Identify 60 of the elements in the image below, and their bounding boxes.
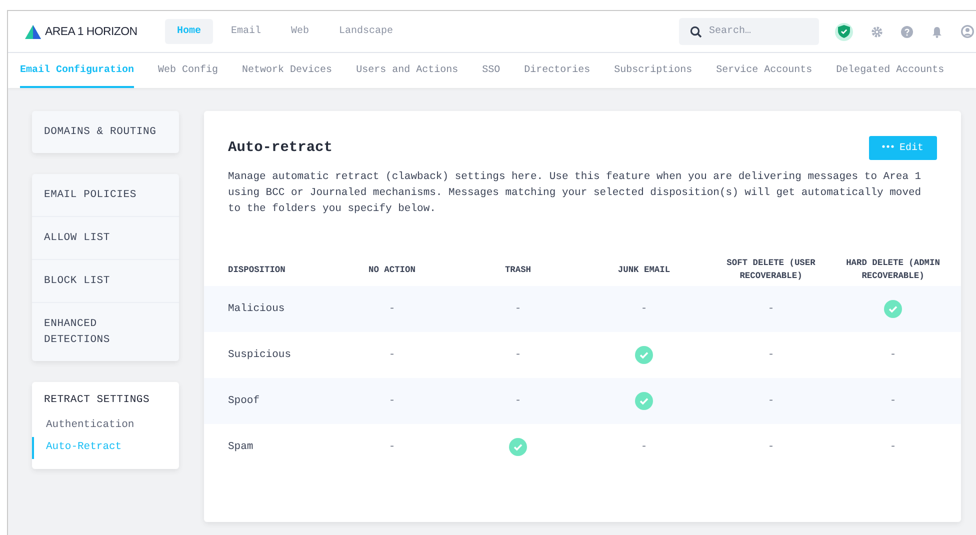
empty-dash: - (388, 303, 396, 315)
empty-dash: - (768, 395, 774, 407)
shield-icon[interactable] (835, 22, 853, 40)
more-icon (882, 144, 894, 148)
empty-dash: - (514, 303, 522, 315)
empty-dash: - (890, 395, 896, 407)
description-text: Manage automatic retract (clawback) settings here. Use this feature when you are delivering messages to Area 1 using BCC or Journaled mechanisms. Messages matching your selected disposition(s) will get automatically moved to the folders you specify below. (228, 170, 922, 217)
settings-icon[interactable] (871, 26, 883, 38)
empty-dash: - (768, 303, 774, 315)
menu-item[interactable]: EMAIL POLICIES (32, 174, 179, 217)
empty-dash: - (514, 395, 522, 407)
menu-item[interactable]: DOMAINS & ROUTING (32, 111, 179, 153)
column-header: JUNK EMAIL (618, 264, 670, 276)
edit-button[interactable]: Edit (869, 136, 937, 160)
brand-name: AREA 1 HORIZON (45, 26, 138, 38)
menu-item[interactable]: ALLOW LIST (32, 217, 179, 260)
empty-dash: - (640, 441, 648, 453)
disposition-label: Spam (228, 441, 254, 453)
menu-item[interactable]: BLOCK LIST (32, 260, 179, 303)
user-icon[interactable] (961, 25, 974, 38)
menu-item[interactable]: Auto-Retract (32, 437, 179, 459)
menu-item[interactable]: ENHANCED DETECTIONS (32, 303, 179, 361)
config-tab[interactable]: Directories (524, 53, 590, 88)
column-header: NO ACTION (368, 264, 416, 276)
bell-icon[interactable] (931, 26, 943, 38)
column-header: SOFT DELETE (USER RECOVERABLE) (726, 257, 816, 283)
help-icon[interactable] (901, 26, 913, 38)
empty-dash: - (514, 349, 522, 361)
config-tab[interactable]: Delegated Accounts (836, 53, 944, 88)
disposition-label: Spoof (228, 395, 260, 407)
config-tab[interactable]: Web Config (158, 53, 218, 88)
nav-tab[interactable]: Landscape (327, 19, 406, 44)
empty-dash: - (890, 441, 896, 453)
empty-dash: - (890, 349, 896, 361)
nav-tab[interactable]: Web (279, 19, 322, 44)
nav-tab[interactable]: Email (219, 19, 274, 44)
config-tab[interactable]: Network Devices (242, 53, 332, 88)
empty-dash: - (388, 441, 396, 453)
config-tab[interactable]: Users and Actions (356, 53, 458, 88)
search-field[interactable]: Search… (679, 18, 819, 45)
nav-tab[interactable]: Home (165, 19, 214, 44)
config-tab[interactable]: Email Configuration (20, 53, 134, 88)
column-header: DISPOSITION (228, 264, 286, 276)
menu-item[interactable]: Authentication (32, 415, 179, 437)
empty-dash: - (640, 303, 648, 315)
empty-dash: - (388, 349, 396, 361)
empty-dash: - (768, 349, 774, 361)
disposition-label: Malicious (228, 303, 285, 315)
column-header: HARD DELETE (ADMIN RECOVERABLE) (845, 257, 941, 283)
empty-dash: - (388, 395, 396, 407)
empty-dash: - (768, 441, 774, 453)
config-tab[interactable]: Service Accounts (716, 53, 812, 88)
disposition-label: Suspicious (228, 349, 292, 361)
config-tab[interactable]: Subscriptions (614, 53, 692, 88)
search-icon (690, 26, 702, 38)
section-title: RETRACT SETTINGS (43, 394, 151, 408)
panel-title: Auto-retract (228, 140, 332, 156)
logo-icon (25, 24, 43, 38)
column-header: TRASH (504, 264, 532, 276)
config-tab[interactable]: SSO (482, 53, 500, 88)
